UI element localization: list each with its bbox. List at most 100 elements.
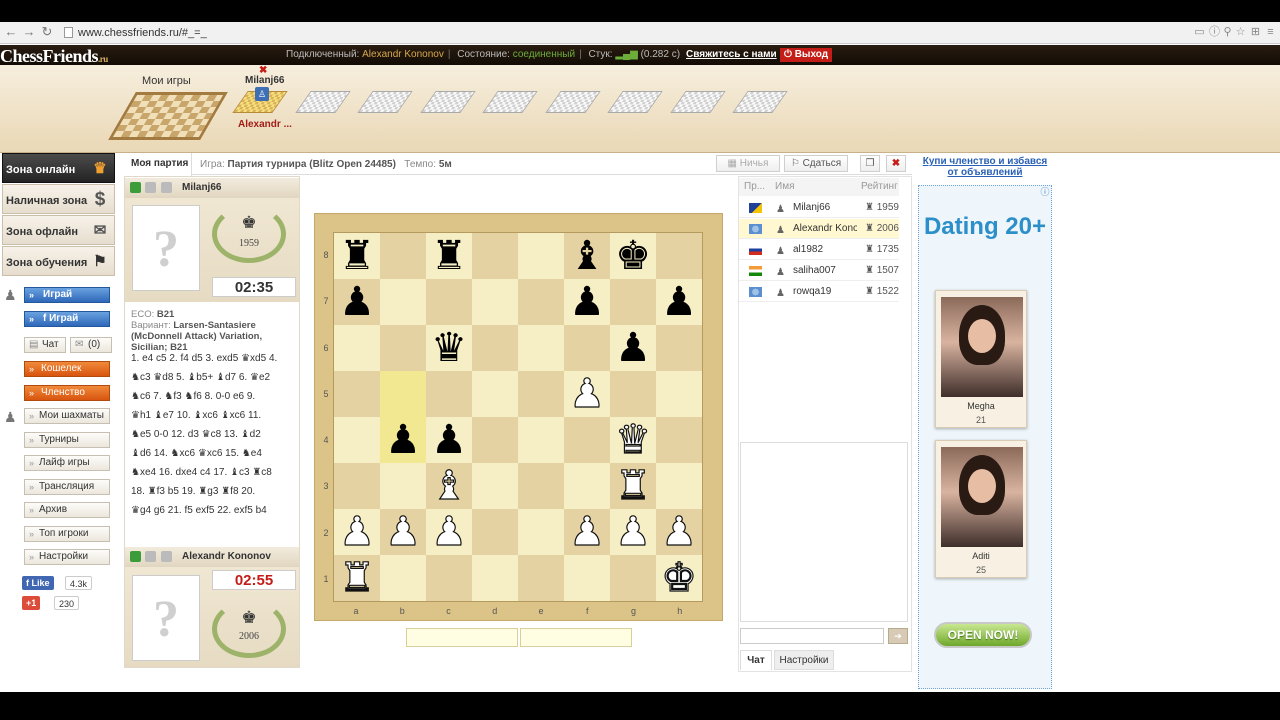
move-line[interactable]: ♝d6 14. ♞xc6 ♛xc6 15. ♞e4 bbox=[131, 444, 295, 463]
chess-board[interactable]: ♜ ♜ ♝ ♚ ♟ ♟ ♟ ♛ ♟ ♟ ♟ ♟ ♛ ♝ ♜ ♟ ♟ ♟ ♟ ♟ ♟ ♜ ♚ bbox=[333, 232, 703, 602]
remove-ads-link[interactable]: Купи членство и избався от объявлений bbox=[920, 156, 1050, 178]
square-a2[interactable]: ♟ bbox=[334, 509, 380, 555]
logout-button[interactable]: ⏻ Выход bbox=[780, 48, 832, 62]
square-c1[interactable] bbox=[426, 555, 472, 601]
address-bar[interactable]: www.chessfriends.ru/#_=_ bbox=[62, 25, 1172, 41]
square-e8[interactable] bbox=[518, 233, 564, 279]
move-input-left[interactable] bbox=[406, 628, 518, 647]
square-g1[interactable] bbox=[610, 555, 656, 601]
square-d7[interactable] bbox=[472, 279, 518, 325]
square-f3[interactable] bbox=[564, 463, 610, 509]
my-games-label[interactable]: Мои игры bbox=[142, 75, 191, 87]
top-players-button[interactable]: Топ игроки bbox=[24, 526, 110, 542]
move-line[interactable]: ♛h1 ♝e7 10. ♝xc6 ♝xc6 11. bbox=[131, 406, 295, 425]
move-line[interactable]: 1. e4 c5 2. f4 d5 3. exd5 ♛xd5 4. bbox=[131, 349, 295, 368]
square-c5[interactable] bbox=[426, 371, 472, 417]
square-a6[interactable] bbox=[334, 325, 380, 371]
square-e2[interactable] bbox=[518, 509, 564, 555]
extension-icon[interactable]: ⊞ bbox=[1250, 27, 1261, 38]
black-king-icon[interactable]: ♚ bbox=[615, 234, 651, 278]
square-c4[interactable]: ♟ bbox=[426, 417, 472, 463]
square-d2[interactable] bbox=[472, 509, 518, 555]
zone-cash[interactable]: Наличная зона $ bbox=[2, 184, 115, 214]
white-pawn-icon[interactable]: ♟ bbox=[568, 371, 605, 416]
square-g6[interactable]: ♟ bbox=[610, 325, 656, 371]
zone-online[interactable]: Зона онлайн ♛ bbox=[2, 153, 115, 183]
black-pawn-icon[interactable]: ♟ bbox=[339, 280, 375, 324]
square-f4[interactable] bbox=[564, 417, 610, 463]
white-pawn-icon[interactable]: ♟ bbox=[430, 509, 467, 554]
square-h7[interactable]: ♟ bbox=[656, 279, 702, 325]
square-c8[interactable]: ♜ bbox=[426, 233, 472, 279]
ad-profile-card[interactable]: Megha 21 bbox=[935, 290, 1027, 428]
zone-learning[interactable]: Зона обучения ⚑ bbox=[2, 246, 115, 276]
square-b1[interactable] bbox=[380, 555, 426, 601]
site-logo[interactable]: ChessFriends.ru bbox=[0, 46, 108, 67]
tab-settings[interactable]: Настройки bbox=[774, 650, 834, 670]
zone-offline[interactable]: Зона офлайн ✉ bbox=[2, 215, 115, 245]
facebook-like-button[interactable]: f Like bbox=[22, 576, 54, 590]
white-pawn-icon[interactable]: ♟ bbox=[568, 509, 605, 554]
square-d6[interactable] bbox=[472, 325, 518, 371]
back-icon[interactable]: ← bbox=[4, 25, 18, 39]
square-c6[interactable]: ♛ bbox=[426, 325, 472, 371]
move-line[interactable]: ♞xe4 16. dxe4 c4 17. ♝c3 ♜c8 bbox=[131, 463, 295, 482]
tab-chat[interactable]: Чат bbox=[740, 650, 772, 670]
square-g5[interactable] bbox=[610, 371, 656, 417]
square-g4[interactable]: ♛ bbox=[610, 417, 656, 463]
move-line[interactable]: ♞c6 7. ♞f3 ♞f6 8. 0-0 e6 9. bbox=[131, 387, 295, 406]
settings-button[interactable]: Настройки bbox=[24, 549, 110, 565]
star-icon[interactable]: ☆ bbox=[1235, 27, 1246, 38]
player-row[interactable]: ♟ al1982 ♜ 1735 bbox=[739, 240, 899, 260]
square-f1[interactable] bbox=[564, 555, 610, 601]
square-d4[interactable] bbox=[472, 417, 518, 463]
black-rook-icon[interactable]: ♜ bbox=[431, 234, 467, 278]
black-pawn-icon[interactable]: ♟ bbox=[569, 280, 605, 324]
info-icon[interactable]: ⓘ bbox=[1209, 27, 1220, 38]
black-pawn-icon[interactable]: ♟ bbox=[385, 418, 421, 462]
forward-icon[interactable]: → bbox=[22, 25, 36, 39]
square-d3[interactable] bbox=[472, 463, 518, 509]
broadcast-button[interactable]: Трансляция bbox=[24, 479, 110, 495]
white-pawn-icon[interactable]: ♟ bbox=[384, 509, 421, 554]
white-king-icon[interactable]: ♚ bbox=[660, 555, 697, 600]
square-c3[interactable]: ♝ bbox=[426, 463, 472, 509]
square-b2[interactable]: ♟ bbox=[380, 509, 426, 555]
archive-button[interactable]: Архив bbox=[24, 502, 110, 518]
screen-icon[interactable]: ▭ bbox=[1194, 27, 1205, 38]
square-a7[interactable]: ♟ bbox=[334, 279, 380, 325]
black-queen-icon[interactable]: ♛ bbox=[431, 326, 467, 370]
player-row[interactable]: ♟ rowqa19 ♜ 1522 bbox=[739, 282, 899, 302]
square-d5[interactable] bbox=[472, 371, 518, 417]
close-icon[interactable]: ✖ bbox=[886, 155, 906, 172]
white-pawn-icon[interactable]: ♟ bbox=[660, 509, 697, 554]
square-c7[interactable] bbox=[426, 279, 472, 325]
game-tab-opponent[interactable]: Milanj66 bbox=[245, 75, 284, 86]
gplus-button[interactable]: +1 bbox=[22, 596, 41, 610]
square-f8[interactable]: ♝ bbox=[564, 233, 610, 279]
contact-link[interactable]: Свяжитесь с нами bbox=[686, 49, 777, 60]
square-b5[interactable] bbox=[380, 371, 426, 417]
square-d1[interactable] bbox=[472, 555, 518, 601]
square-f6[interactable] bbox=[564, 325, 610, 371]
col-pr[interactable]: Пр... bbox=[744, 178, 765, 196]
player-row[interactable]: ♟ Milanj66 ♜ 1959 bbox=[739, 198, 899, 218]
square-d8[interactable] bbox=[472, 233, 518, 279]
resign-button[interactable]: ⚐ Сдаться bbox=[784, 155, 848, 172]
play-now-button[interactable]: Играй сейчас bbox=[24, 287, 110, 314]
tab-my-game[interactable]: Моя партия bbox=[124, 153, 192, 176]
open-now-button[interactable]: OPEN NOW! bbox=[934, 622, 1032, 648]
ad-profile-card[interactable]: Aditi 25 bbox=[935, 440, 1027, 578]
key-icon[interactable]: ⚲ bbox=[1222, 27, 1233, 38]
my-chess-button[interactable]: Мои шахматы bbox=[24, 408, 110, 424]
black-pawn-icon[interactable]: ♟ bbox=[661, 280, 697, 324]
move-line[interactable]: ♛g4 g6 21. f5 exf5 22. exf5 b4 bbox=[131, 501, 295, 520]
menu-icon[interactable]: ≡ bbox=[1265, 27, 1276, 38]
move-input-right[interactable] bbox=[520, 628, 632, 647]
square-e6[interactable] bbox=[518, 325, 564, 371]
membership-button[interactable]: Членство bbox=[24, 385, 110, 401]
square-a4[interactable] bbox=[334, 417, 380, 463]
square-b6[interactable] bbox=[380, 325, 426, 371]
move-line[interactable]: 18. ♜f3 b5 19. ♜g3 ♜f8 20. bbox=[131, 482, 295, 501]
black-bishop-icon[interactable]: ♝ bbox=[569, 234, 605, 278]
